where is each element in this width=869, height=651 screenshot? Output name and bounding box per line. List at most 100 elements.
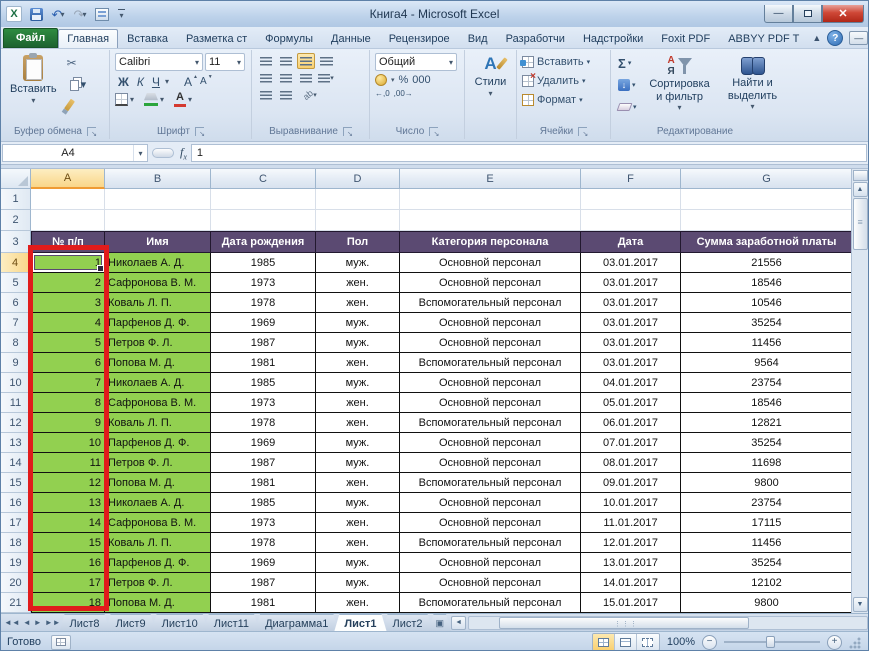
cell-D8[interactable]: муж.	[316, 333, 400, 353]
row-header-10[interactable]: 10	[1, 373, 31, 393]
cell-G13[interactable]: 35254	[681, 433, 853, 453]
collapse-ribbon-icon[interactable]: ▲	[812, 33, 821, 43]
cell-E8[interactable]: Основной персонал	[400, 333, 581, 353]
cell-G2[interactable]	[681, 210, 853, 231]
cell-C2[interactable]	[211, 210, 316, 231]
cell-C8[interactable]: 1987	[211, 333, 316, 353]
cell-E18[interactable]: Вспомогательный персонал	[400, 533, 581, 553]
clear-button[interactable]: ▾	[616, 98, 639, 116]
cell-D13[interactable]: муж.	[316, 433, 400, 453]
sheet-tab-Лист11[interactable]: Лист11	[204, 614, 259, 631]
italic-button[interactable]: К	[134, 73, 147, 90]
cell-E2[interactable]	[400, 210, 581, 231]
cell-C15[interactable]: 1981	[211, 473, 316, 493]
fill-color-button[interactable]	[144, 93, 158, 106]
column-header-E[interactable]: E	[400, 169, 581, 189]
page-break-view-button[interactable]	[637, 634, 659, 650]
cell-G4[interactable]: 21556	[681, 253, 853, 273]
row-header-4[interactable]: 4	[1, 253, 31, 273]
ribbon-tab-Данные[interactable]: Данные	[322, 29, 380, 48]
cell-A14[interactable]: 11	[31, 453, 105, 473]
cell-D14[interactable]: муж.	[316, 453, 400, 473]
normal-view-button[interactable]	[593, 634, 615, 650]
ribbon-tab-ABBYY PDF T[interactable]: ABBYY PDF T	[719, 29, 808, 48]
cell-C16[interactable]: 1985	[211, 493, 316, 513]
cell-G6[interactable]: 10546	[681, 293, 853, 313]
cell-A15[interactable]: 12	[31, 473, 105, 493]
delete-cells-button[interactable]: Удалить▾	[522, 72, 586, 90]
cell-F13[interactable]: 07.01.2017	[581, 433, 681, 453]
row-header-16[interactable]: 16	[1, 493, 31, 513]
zoom-slider-thumb[interactable]	[766, 636, 775, 648]
excel-logo-icon[interactable]: X	[5, 6, 23, 23]
horizontal-scroll-thumb[interactable]	[499, 617, 749, 629]
cell-B21[interactable]: Попова М. Д.	[105, 593, 211, 613]
cell-G19[interactable]: 35254	[681, 553, 853, 573]
cell-D4[interactable]: муж.	[316, 253, 400, 273]
cell-D5[interactable]: жен.	[316, 273, 400, 293]
cell-E6[interactable]: Вспомогательный персонал	[400, 293, 581, 313]
cell-B17[interactable]: Сафронова В. М.	[105, 513, 211, 533]
align-left-button[interactable]	[257, 70, 275, 86]
sheet-tab-Лист8[interactable]: Лист8	[60, 614, 110, 631]
column-header-F[interactable]: F	[581, 169, 681, 189]
cell-A3[interactable]: № п/п	[31, 231, 105, 253]
grow-font-button[interactable]: А	[181, 73, 195, 90]
autosum-button[interactable]: Σ▾	[616, 54, 639, 72]
cell-B12[interactable]: Коваль Л. П.	[105, 413, 211, 433]
row-header-18[interactable]: 18	[1, 533, 31, 553]
select-all-corner[interactable]	[1, 169, 31, 189]
font-dialog-launcher-icon[interactable]	[195, 127, 204, 136]
cell-D15[interactable]: жен.	[316, 473, 400, 493]
cell-A6[interactable]: 3	[31, 293, 105, 313]
cell-D9[interactable]: жен.	[316, 353, 400, 373]
font-size-combo[interactable]: 11▾	[205, 53, 245, 71]
cell-C18[interactable]: 1978	[211, 533, 316, 553]
insert-cells-button[interactable]: Вставить▾	[522, 53, 590, 71]
row-header-21[interactable]: 21	[1, 593, 31, 613]
ribbon-tab-Файл[interactable]: Файл	[3, 28, 58, 48]
copy-button[interactable]: ▾	[65, 75, 89, 93]
increase-indent-button[interactable]	[277, 87, 295, 103]
row-header-7[interactable]: 7	[1, 313, 31, 333]
cell-B8[interactable]: Петров Ф. Л.	[105, 333, 211, 353]
cell-F9[interactable]: 03.01.2017	[581, 353, 681, 373]
cell-G15[interactable]: 9800	[681, 473, 853, 493]
cell-G12[interactable]: 12821	[681, 413, 853, 433]
ribbon-tab-Вставка[interactable]: Вставка	[118, 29, 177, 48]
cell-B20[interactable]: Петров Ф. Л.	[105, 573, 211, 593]
cell-E3[interactable]: Категория персонала	[400, 231, 581, 253]
number-format-combo[interactable]: Общий▾	[375, 53, 457, 71]
row-header-12[interactable]: 12	[1, 413, 31, 433]
name-box[interactable]: A4 ▾	[2, 144, 148, 162]
first-sheet-icon[interactable]: ◄◄	[4, 618, 20, 627]
cell-E20[interactable]: Основной персонал	[400, 573, 581, 593]
cell-D6[interactable]: жен.	[316, 293, 400, 313]
row-header-8[interactable]: 8	[1, 333, 31, 353]
cell-G5[interactable]: 18546	[681, 273, 853, 293]
find-select-button[interactable]: Найти и выделить ▾	[719, 53, 787, 114]
cell-C13[interactable]: 1969	[211, 433, 316, 453]
ribbon-tab-Надстройки[interactable]: Надстройки	[574, 29, 652, 48]
cell-A2[interactable]	[31, 210, 105, 231]
row-header-11[interactable]: 11	[1, 393, 31, 413]
cell-G8[interactable]: 11456	[681, 333, 853, 353]
cell-A21[interactable]: 18	[31, 593, 105, 613]
cell-F8[interactable]: 03.01.2017	[581, 333, 681, 353]
insert-function-icon[interactable]: fx	[180, 145, 187, 161]
cell-F6[interactable]: 03.01.2017	[581, 293, 681, 313]
row-header-1[interactable]: 1	[1, 189, 31, 210]
wrap-text-button[interactable]	[317, 53, 335, 69]
cell-D17[interactable]: жен.	[316, 513, 400, 533]
cell-G16[interactable]: 23754	[681, 493, 853, 513]
cell-B11[interactable]: Сафронова В. М.	[105, 393, 211, 413]
cell-B6[interactable]: Коваль Л. П.	[105, 293, 211, 313]
align-top-button[interactable]	[257, 53, 275, 69]
cell-D12[interactable]: жен.	[316, 413, 400, 433]
resize-grip[interactable]	[849, 636, 862, 649]
cell-F14[interactable]: 08.01.2017	[581, 453, 681, 473]
cell-A16[interactable]: 13	[31, 493, 105, 513]
cell-C3[interactable]: Дата рождения	[211, 231, 316, 253]
sort-filter-button[interactable]: АЯ Сортировка и фильтр ▾	[643, 53, 717, 114]
row-header-15[interactable]: 15	[1, 473, 31, 493]
